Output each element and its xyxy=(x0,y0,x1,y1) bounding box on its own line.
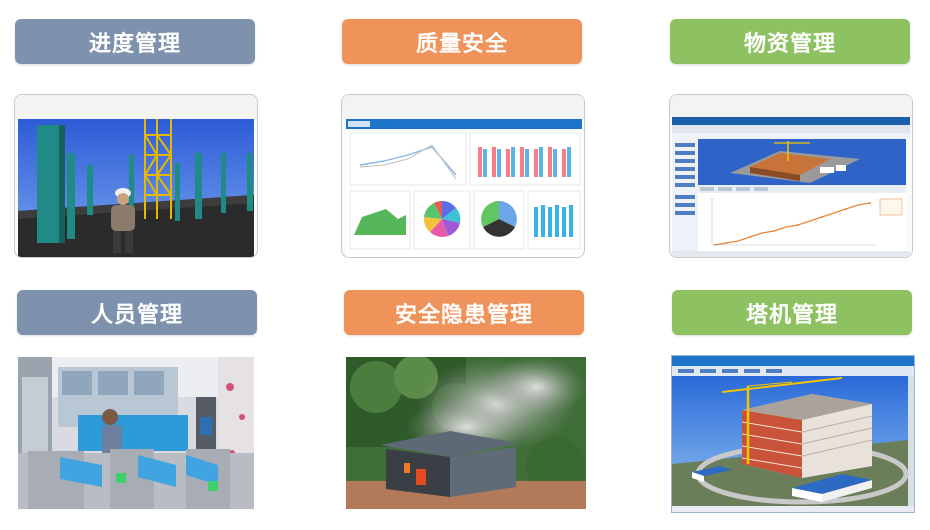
progress-model-thumbnail[interactable] xyxy=(14,94,258,258)
hazard-fire-thumbnail[interactable] xyxy=(346,357,586,509)
material-management-label: 物资管理 xyxy=(743,31,836,57)
quality-dashboard-image xyxy=(342,95,584,257)
hazard-management-button[interactable]: 安全隐患管理 xyxy=(344,290,584,335)
personnel-management-button[interactable]: 人员管理 xyxy=(17,290,257,335)
smoking-shed-photo xyxy=(346,357,586,509)
hazard-management-label: 安全隐患管理 xyxy=(394,302,533,328)
quality-safety-button[interactable]: 质量安全 xyxy=(342,19,582,64)
progress-management-button[interactable]: 进度管理 xyxy=(15,19,255,64)
tower-crane-model-image xyxy=(672,356,914,512)
personnel-gate-thumbnail[interactable] xyxy=(18,357,254,509)
material-software-image xyxy=(670,95,912,257)
personnel-management-label: 人员管理 xyxy=(90,302,183,328)
tower-crane-management-button[interactable]: 塔机管理 xyxy=(672,290,912,335)
quality-safety-label: 质量安全 xyxy=(415,31,508,57)
construction-model-image xyxy=(15,95,257,257)
progress-management-label: 进度管理 xyxy=(88,31,181,57)
material-management-button[interactable]: 物资管理 xyxy=(670,19,910,64)
quality-dashboard-thumbnail[interactable] xyxy=(341,94,585,258)
tower-crane-model-thumbnail[interactable] xyxy=(671,355,915,513)
tower-crane-management-label: 塔机管理 xyxy=(745,302,838,328)
turnstile-gate-photo xyxy=(18,357,254,509)
material-software-thumbnail[interactable] xyxy=(669,94,913,258)
